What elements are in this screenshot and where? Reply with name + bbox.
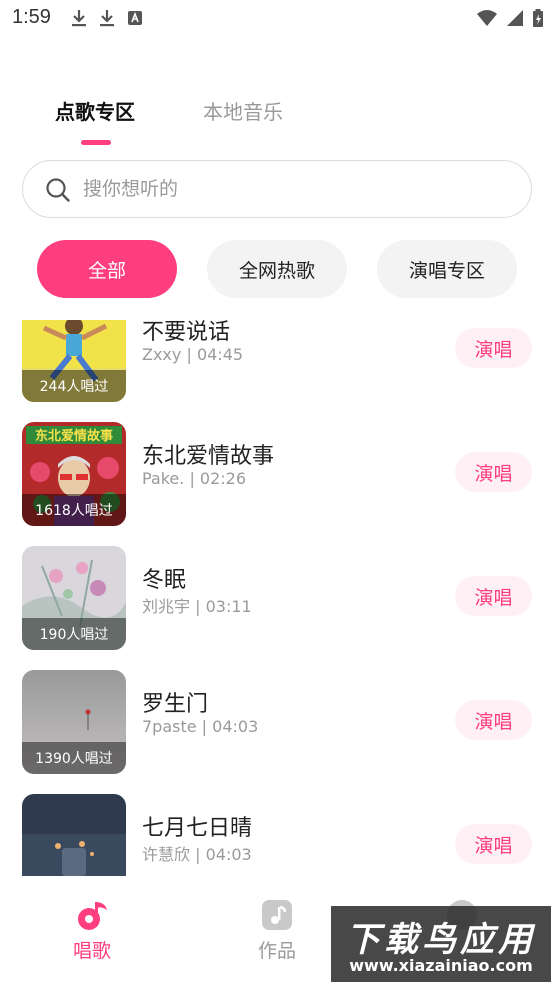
sing-button[interactable]: 演唱 <box>455 328 532 368</box>
category-hot-songs[interactable]: 全网热歌 <box>207 240 347 298</box>
album-cover <box>22 794 126 876</box>
sung-count: 190人唱过 <box>22 618 126 650</box>
song-meta: 许慧欣 | 04:03 <box>142 845 252 864</box>
category-all[interactable]: 全部 <box>37 240 177 298</box>
watermark-url: www.xiazainiao.com <box>349 956 533 975</box>
song-duration: 02:26 <box>199 469 247 488</box>
song-row[interactable]: 244人唱过 不要说话 Zxxy | 04:45 演唱 <box>0 320 554 402</box>
song-artist: Pake. <box>142 469 185 488</box>
song-title: 七月七日晴 <box>142 816 253 841</box>
music-file-icon <box>262 900 292 930</box>
category-singing-zone[interactable]: 演唱专区 <box>377 240 517 298</box>
song-duration: 04:03 <box>212 717 259 736</box>
search-icon <box>46 178 70 202</box>
tab-local-music[interactable]: 本地音乐 <box>203 96 283 125</box>
signal-icon <box>507 10 523 26</box>
music-note-icon <box>78 902 107 930</box>
song-meta: Pake. | 02:26 <box>142 469 247 488</box>
sing-button[interactable]: 演唱 <box>455 824 532 864</box>
song-meta: Zxxy | 04:45 <box>142 345 244 364</box>
song-duration: 04:03 <box>205 845 252 864</box>
album-cover: 190人唱过 <box>22 546 126 650</box>
song-title: 东北爱情故事 <box>142 444 275 469</box>
song-row[interactable]: 七月七日晴 许慧欣 | 04:03 演唱 <box>0 794 554 876</box>
download-icon <box>72 10 86 27</box>
sing-button[interactable]: 演唱 <box>455 576 532 616</box>
album-cover: 1390人唱过 <box>22 670 126 774</box>
song-artist: 刘兆宇 <box>142 597 191 616</box>
nav-sing[interactable]: 唱歌 <box>42 898 142 963</box>
nav-works[interactable]: 作品 <box>227 898 327 963</box>
song-list[interactable]: 244人唱过 不要说话 Zxxy | 04:45 演唱 东北爱情故事 1618人… <box>0 320 554 876</box>
status-bar: 1:59 <box>0 0 554 38</box>
top-tabs: 点歌专区 本地音乐 <box>0 92 554 152</box>
song-meta: 7paste | 04:03 <box>142 717 259 736</box>
download-icon <box>100 10 114 27</box>
song-title: 不要说话 <box>142 320 231 345</box>
status-time: 1:59 <box>12 6 51 28</box>
album-cover: 244人唱过 <box>22 320 126 402</box>
tab-song-request[interactable]: 点歌专区 <box>55 96 135 125</box>
sing-button[interactable]: 演唱 <box>455 700 532 740</box>
song-title: 罗生门 <box>142 692 209 717</box>
wifi-icon <box>477 10 497 26</box>
watermark-main: 下载鸟应用 <box>346 920 536 960</box>
song-row[interactable]: 190人唱过 冬眠 刘兆宇 | 03:11 演唱 <box>0 546 554 650</box>
svg-text:东北爱情故事: 东北爱情故事 <box>35 428 113 444</box>
album-art <box>22 794 126 876</box>
notification-icons <box>70 8 144 28</box>
tab-indicator <box>81 140 111 145</box>
battery-icon <box>533 9 543 27</box>
song-duration: 03:11 <box>205 597 252 616</box>
sung-count: 244人唱过 <box>22 370 126 402</box>
nav-label: 作品 <box>257 940 296 962</box>
sung-count: 1618人唱过 <box>22 494 126 526</box>
album-cover: 东北爱情故事 1618人唱过 <box>22 422 126 526</box>
search-box[interactable] <box>22 160 532 218</box>
sing-button[interactable]: 演唱 <box>455 452 532 492</box>
song-meta: 刘兆宇 | 03:11 <box>142 597 252 616</box>
song-duration: 04:45 <box>196 345 244 364</box>
song-title: 冬眠 <box>142 568 187 593</box>
system-icons <box>476 8 544 28</box>
search-input[interactable] <box>83 161 503 217</box>
song-row[interactable]: 1390人唱过 罗生门 7paste | 04:03 演唱 <box>0 670 554 774</box>
song-artist: 7paste <box>142 717 197 736</box>
watermark-logo: 下载鸟应用 www.xiazainiao.com <box>331 906 551 982</box>
song-row[interactable]: 东北爱情故事 1618人唱过 东北爱情故事 Pake. | 02:26 演唱 <box>0 422 554 526</box>
sung-count: 1390人唱过 <box>22 742 126 774</box>
song-artist: 许慧欣 <box>142 845 191 864</box>
song-artist: Zxxy <box>142 345 182 364</box>
nav-label: 唱歌 <box>72 940 111 962</box>
app-notification-icon <box>128 11 142 25</box>
